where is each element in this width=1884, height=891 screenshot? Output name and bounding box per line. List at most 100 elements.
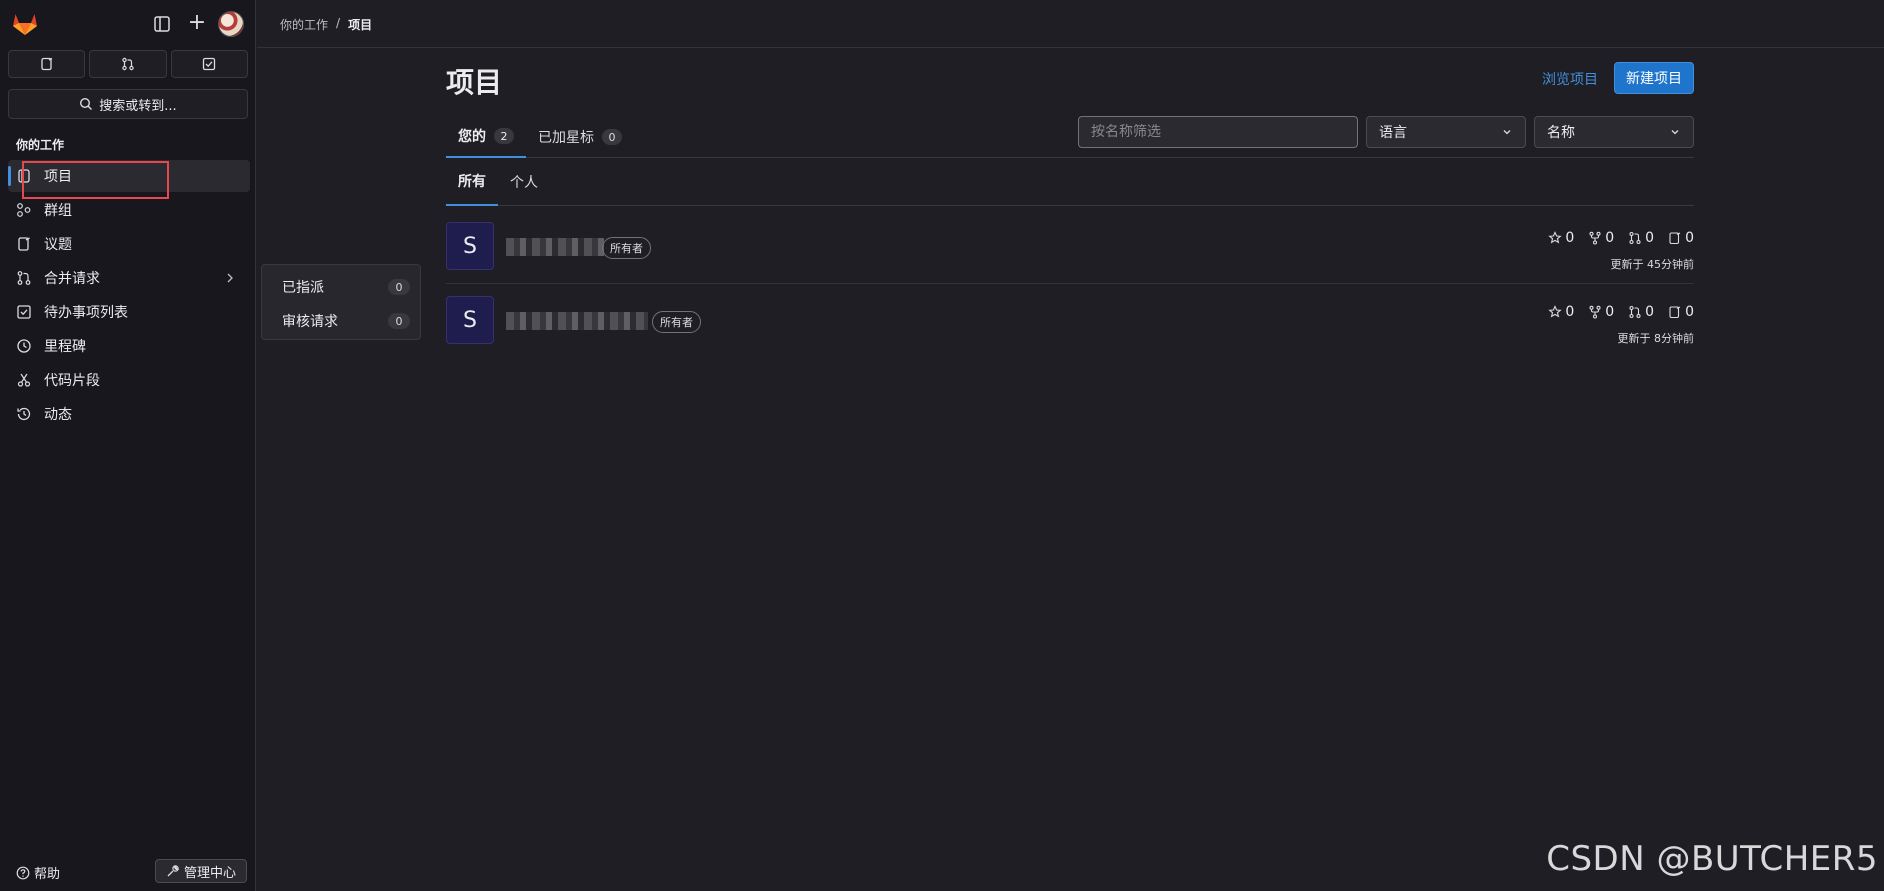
filter-input[interactable] xyxy=(1091,124,1345,140)
sidebar-item-activity[interactable]: 动态 xyxy=(8,398,250,430)
merge-requests-stat[interactable]: 0 xyxy=(1628,304,1654,320)
sidebar-item-groups[interactable]: 群组 xyxy=(8,194,250,226)
issues-icon xyxy=(1669,306,1681,319)
new-project-button[interactable]: 新建项目 xyxy=(1614,62,1694,94)
tab-label: 您的 xyxy=(458,129,486,145)
tab-personal[interactable]: 个人 xyxy=(498,158,550,206)
project-avatar[interactable]: S xyxy=(446,296,494,344)
todo-icon xyxy=(17,305,31,319)
sidebar-item-label: 合并请求 xyxy=(44,271,100,287)
sidebar-item-label: 项目 xyxy=(44,169,72,185)
issues-icon xyxy=(18,237,30,251)
issues-quick-button[interactable] xyxy=(8,50,86,78)
sort-dropdown[interactable]: 名称 xyxy=(1534,116,1694,148)
issues-icon xyxy=(1669,232,1681,245)
star-icon xyxy=(1548,231,1562,244)
gitlab-logo-icon[interactable] xyxy=(12,12,38,36)
forks-count: 0 xyxy=(1605,230,1615,246)
merge-request-icon xyxy=(122,57,134,71)
sort-dropdown-label: 名称 xyxy=(1547,125,1575,141)
filter-by-name-field[interactable] xyxy=(1078,116,1358,148)
merge-requests-flyout: 已指派 0 审核请求 0 xyxy=(261,264,421,340)
search-icon xyxy=(80,97,93,110)
star-icon xyxy=(1548,305,1562,318)
forks-stat[interactable]: 0 xyxy=(1588,304,1614,320)
sidebar-nav: 项目 群组 议题 合并请求 待办事项列表 里程碑 代码片段 动态 xyxy=(8,160,250,432)
todo-icon xyxy=(203,57,216,71)
help-label: 帮助 xyxy=(34,867,61,882)
count-badge: 0 xyxy=(602,129,622,145)
tab-all[interactable]: 所有 xyxy=(446,158,498,206)
breadcrumb-separator: / xyxy=(336,16,341,30)
breadcrumb: 你的工作 / 项目 xyxy=(280,16,372,33)
watermark: CSDN @BUTCHER5 xyxy=(1546,839,1878,879)
sidebar: + 搜索或转到... 你的工作 项目 群组 议题 合并请求 待办事项列表 里程碑… xyxy=(0,0,256,891)
breadcrumb-parent[interactable]: 你的工作 xyxy=(280,16,328,33)
search-button[interactable]: 搜索或转到... xyxy=(8,89,248,119)
explore-projects-link[interactable]: 浏览项目 xyxy=(1542,69,1598,89)
project-name-redacted[interactable] xyxy=(506,238,604,256)
issues-stat[interactable]: 0 xyxy=(1668,230,1694,246)
language-dropdown[interactable]: 语言 xyxy=(1366,116,1526,148)
admin-label: 管理中心 xyxy=(183,865,236,881)
stars-stat[interactable]: 0 xyxy=(1548,230,1574,246)
project-icon xyxy=(18,169,30,183)
chevron-down-icon xyxy=(1503,130,1511,135)
stars-count: 0 xyxy=(1565,230,1575,246)
sidebar-item-label: 群组 xyxy=(44,203,72,219)
forks-stat[interactable]: 0 xyxy=(1588,230,1614,246)
sidebar-item-snippets[interactable]: 代码片段 xyxy=(8,364,250,396)
flyout-item-label: 审核请求 xyxy=(282,314,338,330)
updated-time: 更新于 45分钟前 xyxy=(1610,258,1695,271)
project-stats: 0 0 0 0 xyxy=(1548,304,1694,320)
flyout-item-review-requests[interactable]: 审核请求 0 xyxy=(262,306,422,336)
issues-stat[interactable]: 0 xyxy=(1668,304,1694,320)
merge-request-icon xyxy=(17,271,31,285)
merge-requests-count: 0 xyxy=(1645,304,1655,320)
sidebar-item-label: 代码片段 xyxy=(44,373,100,389)
flyout-item-assigned[interactable]: 已指派 0 xyxy=(262,272,422,302)
sidebar-item-label: 议题 xyxy=(44,237,72,253)
sidebar-footer: 帮助 管理中心 xyxy=(0,851,256,891)
merge-requests-quick-button[interactable] xyxy=(89,50,167,78)
sidebar-item-projects[interactable]: 项目 xyxy=(8,160,250,192)
forks-count: 0 xyxy=(1605,304,1615,320)
sidebar-toggle-icon[interactable] xyxy=(152,14,172,34)
sidebar-item-label: 动态 xyxy=(44,407,72,423)
breadcrumb-current[interactable]: 项目 xyxy=(348,16,372,33)
sidebar-item-label: 待办事项列表 xyxy=(44,305,128,321)
count-badge: 0 xyxy=(388,279,410,295)
tab-starred[interactable]: 已加星标 0 xyxy=(538,116,622,158)
admin-area-button[interactable]: 管理中心 xyxy=(155,859,247,883)
tab-label: 已加星标 xyxy=(538,130,594,146)
project-row[interactable]: S 所有者 0 0 0 0 更新于 45分钟前 xyxy=(446,210,1694,283)
todo-quick-button[interactable] xyxy=(170,50,248,78)
wrench-icon xyxy=(167,865,180,877)
merge-requests-stat[interactable]: 0 xyxy=(1628,230,1654,246)
sidebar-item-issues[interactable]: 议题 xyxy=(8,228,250,260)
owner-badge: 所有者 xyxy=(602,237,651,259)
create-new-icon[interactable]: + xyxy=(186,12,208,34)
sidebar-item-todos[interactable]: 待办事项列表 xyxy=(8,296,250,328)
help-button[interactable]: 帮助 xyxy=(16,863,60,882)
project-row[interactable]: S 所有者 0 0 0 0 更新于 8分钟前 xyxy=(446,283,1694,356)
project-stats: 0 0 0 0 xyxy=(1548,230,1694,246)
stars-stat[interactable]: 0 xyxy=(1548,304,1574,320)
language-dropdown-label: 语言 xyxy=(1379,125,1407,141)
snippet-icon xyxy=(17,373,31,387)
issues-count: 0 xyxy=(1685,230,1694,246)
tab-yours[interactable]: 您的 2 xyxy=(446,116,526,158)
user-avatar[interactable] xyxy=(218,11,244,37)
merge-request-icon xyxy=(1629,231,1641,245)
history-icon xyxy=(17,407,31,421)
ownership-tabs: 所有 个人 xyxy=(446,158,1694,206)
project-name-redacted[interactable] xyxy=(506,312,648,330)
sidebar-item-milestones[interactable]: 里程碑 xyxy=(8,330,250,362)
section-title: 你的工作 xyxy=(16,138,65,152)
group-icon xyxy=(17,203,31,217)
stars-count: 0 xyxy=(1565,304,1575,320)
sidebar-item-merge-requests[interactable]: 合并请求 xyxy=(8,262,250,294)
merge-request-icon xyxy=(1629,305,1641,319)
project-avatar[interactable]: S xyxy=(446,222,494,270)
count-badge: 0 xyxy=(388,313,410,329)
